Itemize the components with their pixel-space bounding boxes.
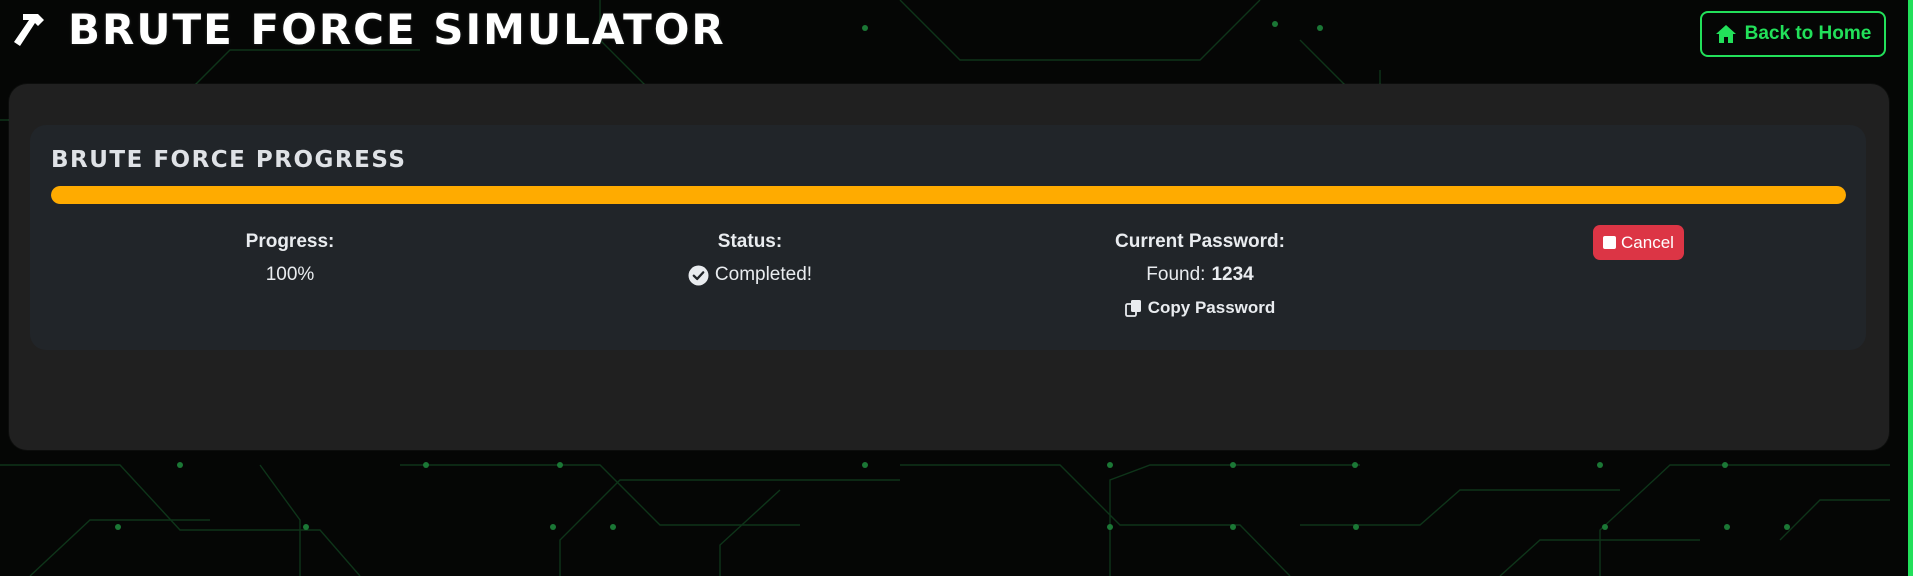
current-password-label: Current Password: xyxy=(1115,231,1285,252)
status-value: Completed! xyxy=(590,264,910,286)
status-text: Completed! xyxy=(714,264,813,285)
stop-icon xyxy=(1603,236,1617,249)
back-to-home-button[interactable]: Back to Home xyxy=(1700,11,1886,57)
right-edge-accent xyxy=(1908,0,1913,576)
check-circle-icon xyxy=(688,265,709,285)
progress-card: BRUTE FORCE PROGRESS Progress: 100% Stat… xyxy=(30,125,1866,350)
home-icon xyxy=(1715,25,1736,43)
progress-bar xyxy=(51,186,1846,204)
progress-value: 100% xyxy=(265,264,315,285)
found-password-line: Found: 1234 xyxy=(1030,264,1370,286)
status-column: Status: Completed! xyxy=(590,231,910,286)
found-password-value: 1234 xyxy=(1211,264,1254,285)
cancel-label: Cancel xyxy=(1621,232,1674,252)
progress-column: Progress: 100% xyxy=(170,231,410,286)
copy-password-label: Copy Password xyxy=(1147,298,1276,317)
found-prefix: Found: xyxy=(1146,264,1206,285)
progress-label: Progress: xyxy=(245,231,335,252)
app-title: BRUTE FORCE SIMULATOR xyxy=(68,5,726,54)
hammer-icon xyxy=(14,14,44,46)
back-to-home-label: Back to Home xyxy=(1744,23,1872,44)
progress-bar-fill xyxy=(51,186,1846,204)
copy-password-button[interactable]: Copy Password xyxy=(1121,296,1280,320)
section-title: BRUTE FORCE PROGRESS xyxy=(51,147,407,173)
copy-icon xyxy=(1124,300,1141,317)
app-header: BRUTE FORCE SIMULATOR Back to Home xyxy=(0,0,1913,64)
current-password-column: Current Password: Found: 1234 Copy Passw… xyxy=(1030,231,1370,323)
cancel-button[interactable]: Cancel xyxy=(1593,225,1684,260)
simulator-panel: BRUTE FORCE PROGRESS Progress: 100% Stat… xyxy=(9,84,1889,450)
status-label: Status: xyxy=(717,231,783,252)
